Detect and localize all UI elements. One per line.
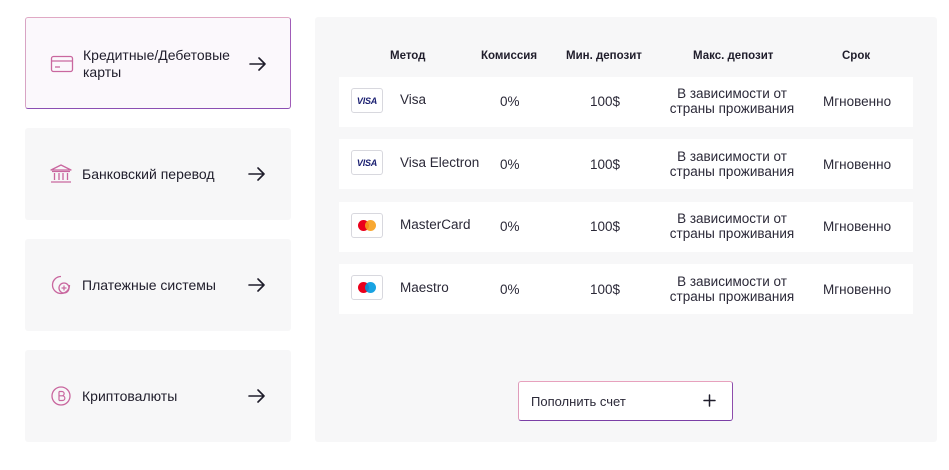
table-row: VISA Visa Electron 0% 100$ В зависимости… — [339, 139, 913, 189]
processing-time-value: Мгновенно — [823, 282, 892, 297]
fee-value: 0% — [500, 157, 520, 172]
table-row: MasterCard 0% 100$ В зависимости от стран… — [339, 202, 913, 252]
min-deposit-value: 100$ — [590, 157, 621, 172]
arrow-right-icon — [248, 278, 265, 292]
max-deposit-value: В зависимости от страны проживания — [669, 274, 795, 304]
top-up-account-button[interactable]: Пополнить счет — [518, 381, 733, 421]
visa-logo: VISA — [351, 88, 383, 113]
category-crypto[interactable]: Криптовалюты — [25, 350, 291, 442]
processing-time-value: Мгновенно — [823, 219, 892, 234]
credit-card-icon — [50, 55, 74, 73]
max-deposit-value: В зависимости от страны проживания — [669, 211, 795, 241]
table-row: VISA Visa 0% 100$ В зависимости от страны… — [339, 77, 913, 127]
table-row: Maestro 0% 100$ В зависимости от страны п… — [339, 264, 913, 314]
category-crypto-label: Криптовалюты — [82, 388, 178, 404]
min-deposit-value: 100$ — [590, 94, 621, 109]
category-cards-label: Кредитные/Дебетовые карты — [83, 47, 230, 80]
category-payment-systems[interactable]: Платежные системы — [25, 239, 291, 331]
category-payment-systems-label: Платежные системы — [82, 277, 216, 293]
header-min-deposit: Мин. депозит — [566, 50, 642, 62]
method-name: Visa Electron — [400, 155, 480, 170]
method-name: MasterCard — [400, 217, 471, 232]
fee-value: 0% — [500, 94, 520, 109]
processing-time-value: Мгновенно — [823, 94, 892, 109]
mastercard-logo — [351, 213, 383, 238]
arrow-right-icon — [249, 57, 266, 71]
min-deposit-value: 100$ — [590, 282, 621, 297]
payment-systems-icon — [51, 275, 71, 295]
category-bank-transfer[interactable]: Банковский перевод — [25, 128, 291, 220]
category-cards[interactable]: Кредитные/Дебетовые карты — [25, 17, 291, 109]
visa-logo: VISA — [351, 150, 383, 175]
header-max-deposit: Макс. депозит — [693, 50, 774, 62]
header-method: Метод — [390, 50, 426, 62]
header-fee: Комиссия — [481, 50, 538, 62]
method-name: Visa — [400, 92, 427, 107]
header-time: Срок — [842, 50, 871, 62]
crypto-icon — [51, 386, 71, 406]
min-deposit-value: 100$ — [590, 219, 621, 234]
arrow-right-icon — [248, 389, 265, 403]
fee-value: 0% — [500, 219, 520, 234]
processing-time-value: Мгновенно — [823, 157, 892, 172]
arrow-right-icon — [248, 167, 265, 181]
category-bank-transfer-label: Банковский перевод — [82, 166, 215, 182]
bank-icon — [50, 164, 72, 183]
max-deposit-value: В зависимости от страны проживания — [669, 149, 795, 179]
max-deposit-value: В зависимости от страны проживания — [669, 86, 795, 116]
method-name: Maestro — [400, 280, 449, 295]
maestro-logo — [351, 275, 383, 300]
fee-value: 0% — [500, 282, 520, 297]
top-up-label: Пополнить счет — [531, 394, 626, 409]
plus-icon — [703, 394, 716, 407]
